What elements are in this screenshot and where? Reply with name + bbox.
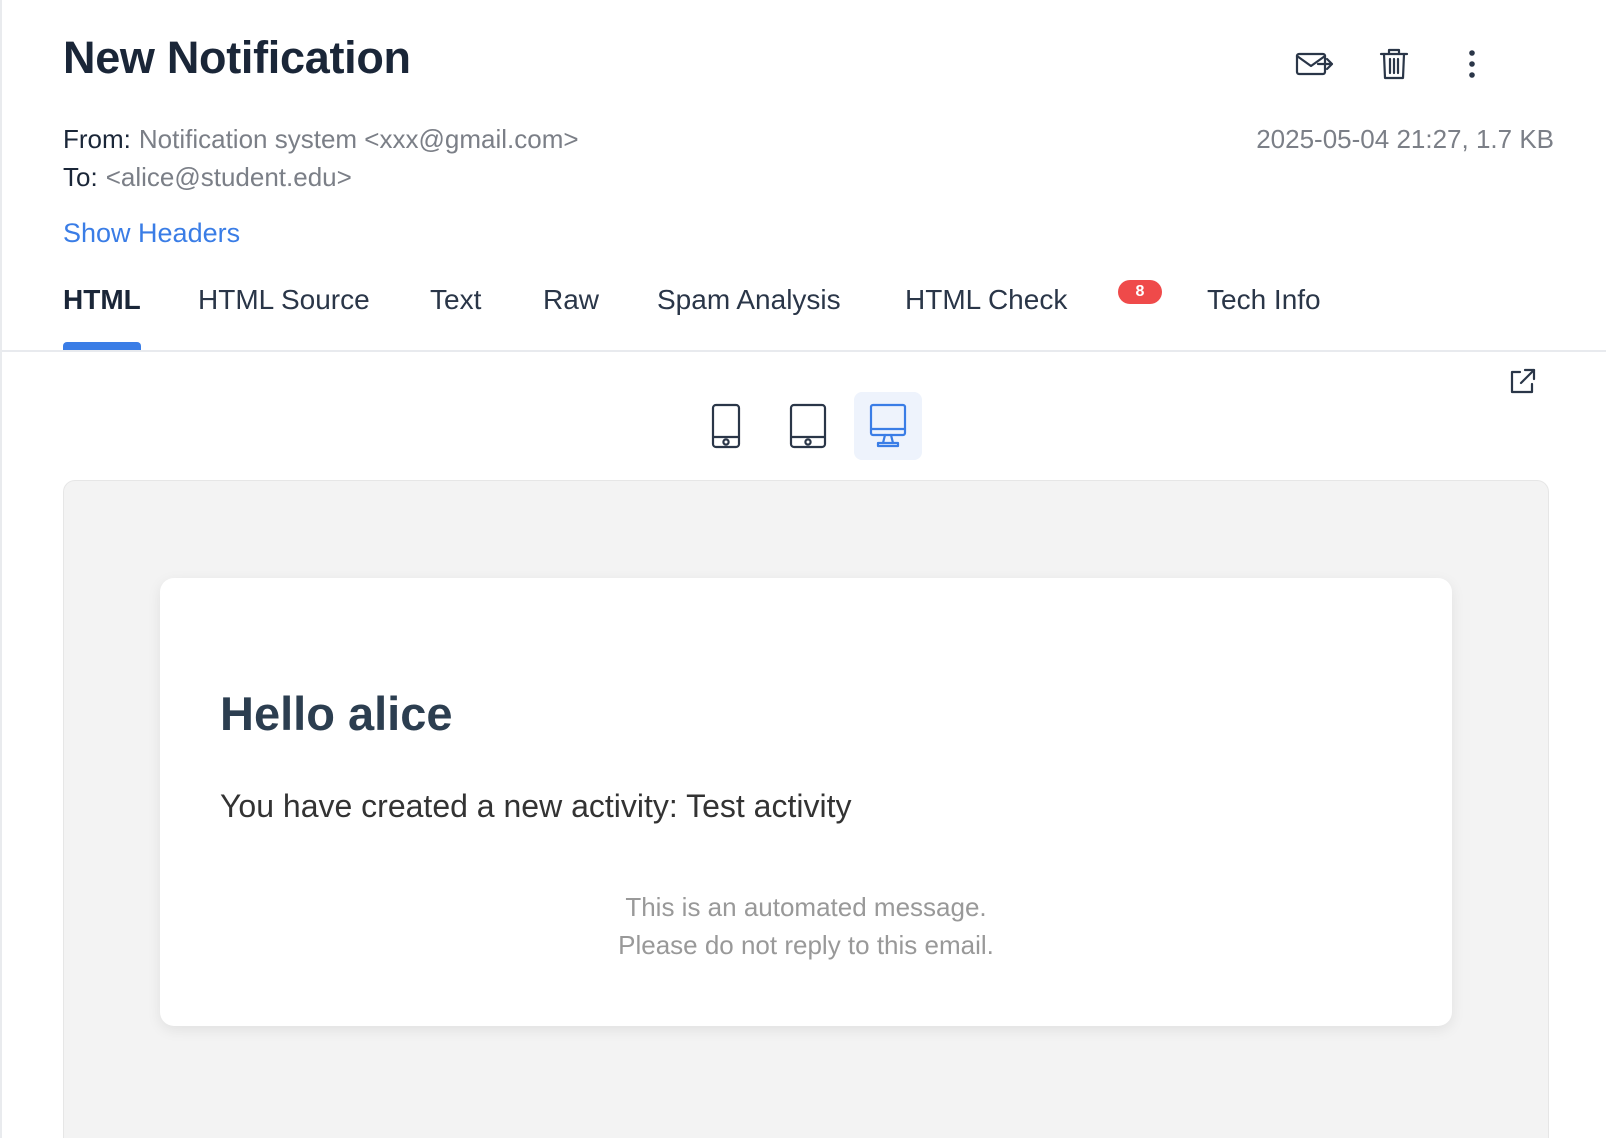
desktop-icon: [868, 403, 908, 449]
tab-spam-analysis[interactable]: Spam Analysis: [657, 284, 841, 316]
from-label: From:: [63, 124, 131, 154]
device-preview-switcher: [692, 392, 932, 460]
mobile-icon: [710, 403, 742, 449]
device-desktop-button[interactable]: [854, 392, 922, 460]
email-footer-line-2: Please do not reply to this email.: [618, 930, 994, 960]
sender-recipient-info: From: Notification system <xxx@gmail.com>…: [63, 120, 579, 196]
tab-raw[interactable]: Raw: [543, 284, 599, 316]
view-tabs: HTML HTML Source Text Raw Spam Analysis …: [2, 270, 1606, 352]
page-title: New Notification: [63, 32, 411, 83]
more-options-button[interactable]: [1450, 42, 1494, 86]
device-tablet-button[interactable]: [774, 392, 842, 460]
to-label: To:: [63, 162, 98, 192]
show-headers-link[interactable]: Show Headers: [63, 218, 240, 249]
tab-html[interactable]: HTML: [63, 284, 141, 316]
email-footer: This is an automated message. Please do …: [160, 888, 1452, 964]
forward-mail-icon: [1294, 48, 1334, 80]
date-size-info: 2025-05-04 21:27, 1.7 KB: [1256, 124, 1554, 154]
tab-html-source[interactable]: HTML Source: [198, 284, 370, 316]
to-row: To: <alice@student.edu>: [63, 158, 579, 196]
open-in-new-window-button[interactable]: [1506, 366, 1538, 398]
delete-button[interactable]: [1372, 42, 1416, 86]
more-vertical-icon: [1467, 49, 1477, 79]
email-preview-frame: Hello alice You have created a new activ…: [63, 480, 1549, 1138]
from-row: From: Notification system <xxx@gmail.com>: [63, 120, 579, 158]
tablet-icon: [788, 403, 828, 449]
email-body-text: You have created a new activity: Test ac…: [220, 788, 852, 824]
email-content-card: Hello alice You have created a new activ…: [160, 578, 1452, 1026]
tab-tech-info[interactable]: Tech Info: [1207, 284, 1321, 316]
message-toolbar: [1292, 42, 1522, 86]
tab-text[interactable]: Text: [430, 284, 481, 316]
email-footer-line-1: This is an automated message.: [625, 892, 987, 922]
tab-html-check[interactable]: HTML Check: [905, 284, 1067, 316]
to-value: <alice@student.edu>: [105, 162, 352, 192]
from-value: Notification system <xxx@gmail.com>: [138, 124, 579, 154]
email-greeting: Hello alice: [220, 687, 453, 740]
active-tab-indicator: [63, 342, 141, 350]
email-viewer: New Notification From: Notification syst…: [0, 0, 1606, 1138]
device-mobile-button[interactable]: [692, 392, 760, 460]
html-check-count-badge: 8: [1118, 280, 1162, 304]
trash-icon: [1378, 47, 1410, 81]
external-link-icon: [1506, 366, 1538, 398]
forward-button[interactable]: [1292, 42, 1336, 86]
